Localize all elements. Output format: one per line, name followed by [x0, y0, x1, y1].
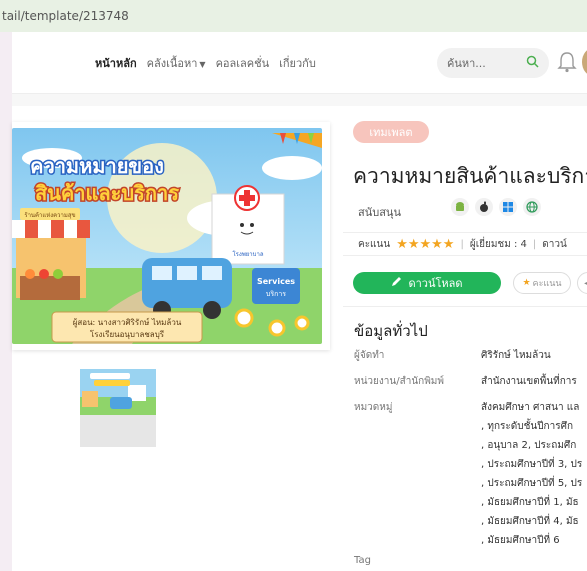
divider [343, 306, 587, 307]
chevron-down-icon: ▼ [199, 60, 206, 69]
category-line: , มัธยมศึกษาปีที่ 4, มัธ [481, 516, 579, 527]
author-label: ผู้จัดทำ [354, 350, 385, 361]
cover-author-line2: โรงเรียนอนุบาลชลบุรี [90, 329, 165, 339]
cover-services-th: บริการ [266, 290, 286, 298]
support-label: สนับสนุน [358, 206, 401, 219]
pencil-icon [391, 276, 402, 290]
page-title: ความหมายสินค้าและบริการ [353, 164, 587, 188]
nav-library-label: คลังเนื้อหา [146, 57, 198, 70]
category-line: , ทุกระดับชั้นปีการศึก [481, 421, 574, 432]
agency-value: สำนักงานเขตพื้นที่การ [481, 376, 577, 387]
header-divider [12, 94, 587, 106]
category-line: , อนุบาล 2, ประถมศึก [481, 440, 577, 451]
type-badge: เทมเพลต [353, 121, 429, 143]
bell-icon[interactable] [557, 50, 577, 74]
tag-label: Tag [354, 555, 371, 566]
download-button[interactable]: ดาวน์โหลด [353, 272, 501, 294]
category-label: หมวดหมู่ [354, 402, 393, 413]
nav-about[interactable]: เกี่ยวกับ [279, 54, 316, 72]
stats-row: คะแนน ★★★★★ | ผู้เยี่ยมชม : 4 | ดาวน์ [343, 232, 587, 256]
separator: | [532, 238, 537, 250]
android-icon [451, 198, 469, 216]
section-title: ข้อมูลทั่วไป [354, 322, 428, 340]
view-count: ผู้เยี่ยมชม : 4 [469, 238, 527, 250]
category-line: สังคมศึกษา ศาสนา แล [481, 402, 580, 413]
thumbnail-image [80, 369, 156, 415]
rate-button-label: คะแนน [532, 279, 562, 289]
category-line: , ประถมศึกษาปีที่ 5, ปร [481, 478, 583, 489]
category-line: , ประถมศึกษาปีที่ 3, ปร [481, 459, 583, 470]
search-placeholder: ค้นหา... [447, 57, 486, 70]
nav-library[interactable]: คลังเนื้อหา ▼ [147, 54, 206, 72]
rating-stars: ★★★★★ [396, 236, 455, 252]
site-header: หน้าหลัก คลังเนื้อหา ▼ คอลเลคชั่น เกี่ยวก… [12, 32, 587, 94]
rate-button[interactable]: ★ คะแนน [513, 272, 571, 294]
cover-shop-sign: ร้านค้าแห่งความสุข [24, 212, 75, 219]
author-value: ศิริรักษ์ ไหมล้วน [481, 350, 551, 361]
download-button-label: ดาวน์โหลด [408, 278, 463, 290]
nav-collections[interactable]: คอลเลคชั่น [216, 54, 270, 72]
star-icon: ★ [522, 278, 531, 288]
cover-title-line1: ความหมายของ [30, 154, 164, 178]
category-line: , มัธยมศึกษาปีที่ 1, มัธ [481, 497, 579, 508]
avatar[interactable] [582, 48, 587, 76]
address-bar-url: tail/template/213748 [2, 9, 129, 23]
search-input[interactable]: ค้นหา... [437, 48, 549, 78]
download-count-label: ดาวน์ [542, 238, 567, 250]
nav-home[interactable]: หน้าหลัก [95, 54, 137, 72]
cover-image: ความหมายของ สินค้าและบริการ ร้านค้าแห่งค… [12, 128, 322, 344]
main-nav: หน้าหลัก คลังเนื้อหา ▼ คอลเลคชั่น เกี่ยวก… [95, 54, 316, 72]
browser-side-strip [0, 0, 12, 571]
cover-services-en: Services [257, 277, 295, 286]
share-button[interactable]: ◀ [577, 272, 587, 294]
platform-icons [451, 198, 541, 216]
search-icon[interactable] [526, 55, 539, 72]
rating-label: คะแนน [358, 238, 391, 250]
cover-author-line1: ผู้สอน: นางสาวศิริรักษ์ ไหมล้วน [73, 317, 182, 328]
apple-icon [475, 198, 493, 216]
thumbnail[interactable] [80, 369, 156, 447]
address-bar[interactable]: tail/template/213748 [0, 0, 587, 32]
cover-title-line2: สินค้าและบริการ [35, 181, 179, 205]
windows-icon [499, 198, 517, 216]
category-line: , มัธยมศึกษาปีที่ 6 [481, 535, 560, 546]
globe-icon [523, 198, 541, 216]
cover-image-card[interactable]: ความหมายของ สินค้าและบริการ ร้านค้าแห่งค… [12, 122, 330, 350]
separator: | [460, 238, 464, 250]
cover-hospital-sign: โรงพยาบาล [232, 250, 263, 258]
agency-label: หน่วยงาน/สำนักพิมพ์ [354, 376, 444, 387]
